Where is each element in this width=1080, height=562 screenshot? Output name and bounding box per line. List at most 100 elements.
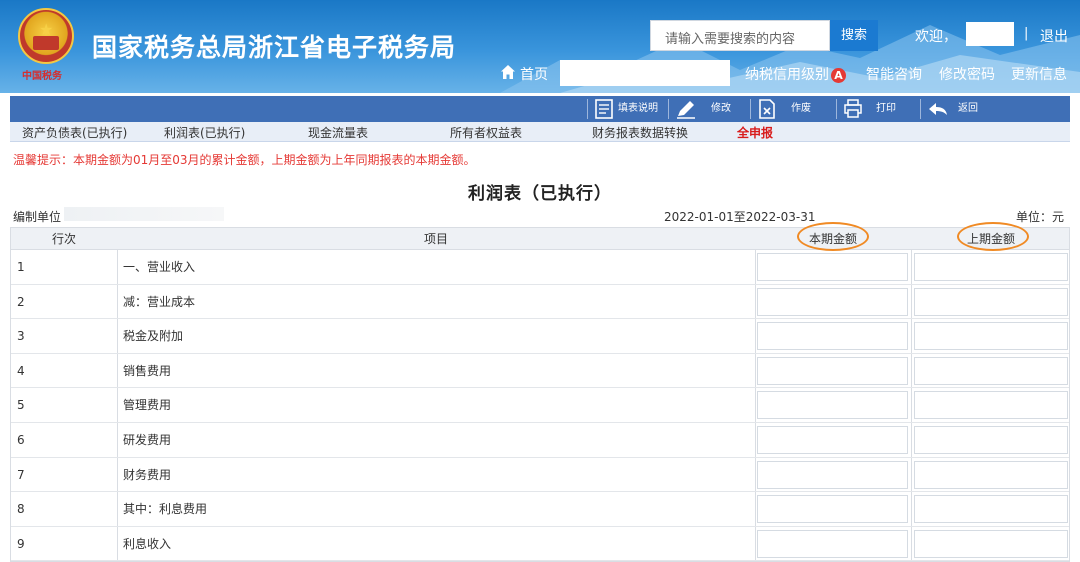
previous-amount-input[interactable] (914, 356, 1068, 385)
toolbar-divider (587, 99, 588, 119)
previous-amount-highlight (957, 222, 1029, 251)
tab-full-declaration[interactable]: 全申报 (737, 124, 773, 141)
table-row: 2 减：营业成本 (11, 285, 1069, 320)
tab-cash-flow[interactable]: 现金流量表 (308, 124, 368, 141)
table-row: 1 一、营业收入 (11, 250, 1069, 285)
credit-level-label: 纳税信用级别 (745, 67, 829, 83)
table-row: 3 税金及附加 (11, 319, 1069, 354)
table-row: 5 管理费用 (11, 388, 1069, 423)
form-toolbar: 填表说明 修改 作废 打印 返回 (10, 96, 1070, 122)
row-item-label: 利息收入 (123, 536, 172, 551)
table-body: 1 一、营业收入 2 减：营业成本 3 税金及附加 4 销售费用 5 管理费用 6 研发费用 7 财务费用… (11, 250, 1069, 562)
table-row: 9 利息收入 (11, 527, 1069, 562)
edit-button[interactable]: 修改 (711, 96, 731, 122)
row-number: 2 (17, 294, 25, 309)
warm-tip: 温馨提示：本期金额为01月至03月的累计金额，上期金额为上年同期报表的本期金额。 (13, 153, 476, 167)
compiler-label: 编制单位 (13, 210, 62, 224)
previous-amount-input[interactable] (914, 529, 1068, 558)
credit-level-link[interactable]: 纳税信用级别 A (745, 64, 846, 84)
previous-amount-input[interactable] (914, 425, 1068, 454)
current-amount-input[interactable] (757, 322, 908, 351)
void-document-icon[interactable] (757, 99, 777, 119)
tab-owners-equity[interactable]: 所有者权益表 (450, 124, 522, 141)
row-number: 1 (17, 260, 25, 274)
back-arrow-icon[interactable] (927, 99, 949, 119)
table-header: 行次 项目 本期金额 上期金额 (11, 228, 1069, 250)
row-number: 5 (17, 398, 25, 413)
update-info-link[interactable]: 更新信息 (1011, 64, 1067, 84)
site-header: ★ 中国税务 国家税务总局浙江省电子税务局 请输入需要搜索的内容 搜索 欢迎， … (0, 0, 1080, 93)
toolbar-divider (750, 99, 751, 119)
separator: | (1024, 26, 1029, 41)
row-number: 3 (17, 329, 25, 344)
table-row: 7 财务费用 (11, 458, 1069, 493)
report-period: 2022-01-01至2022-03-31 (664, 210, 816, 224)
current-amount-input[interactable] (757, 495, 908, 524)
fill-guide-button[interactable]: 填表说明 (618, 96, 658, 122)
current-amount-input[interactable] (757, 529, 908, 558)
site-title: 国家税务总局浙江省电子税务局 (92, 33, 457, 62)
row-item-label: 减：营业成本 (123, 294, 196, 309)
current-amount-input[interactable] (757, 356, 908, 385)
printer-icon[interactable] (843, 99, 863, 119)
row-item-label: 管理费用 (123, 398, 172, 413)
row-item-label: 一、营业收入 (123, 260, 196, 274)
header-row-no: 行次 (51, 232, 76, 246)
tax-emblem-icon: ★ (18, 8, 74, 64)
report-title: 利润表（已执行） (468, 184, 612, 204)
home-link[interactable]: 首页 (520, 64, 548, 84)
table-row: 4 销售费用 (11, 354, 1069, 389)
previous-amount-input[interactable] (914, 322, 1068, 351)
change-password-link[interactable]: 修改密码 (939, 64, 995, 84)
current-amount-input[interactable] (757, 391, 908, 420)
row-item-label: 财务费用 (123, 467, 172, 482)
previous-amount-input[interactable] (914, 460, 1068, 489)
home-icon[interactable] (500, 64, 516, 80)
row-number: 9 (17, 536, 25, 551)
compiler-name-mask (64, 207, 224, 221)
previous-amount-input[interactable] (914, 287, 1068, 316)
emblem-caption: 中国税务 (22, 71, 62, 82)
tab-income-statement[interactable]: 利润表(已执行) (164, 124, 245, 141)
credit-grade-badge: A (831, 68, 846, 83)
table-row: 8 其中：利息费用 (11, 492, 1069, 527)
logout-link[interactable]: 退出 (1040, 26, 1068, 46)
tab-balance-sheet[interactable]: 资产负债表(已执行) (22, 124, 127, 141)
toolbar-divider (668, 99, 669, 119)
previous-amount-input[interactable] (914, 391, 1068, 420)
row-number: 6 (17, 432, 25, 447)
tab-data-conversion[interactable]: 财务报表数据转换 (592, 124, 688, 141)
taxpayer-name-mask (560, 60, 730, 86)
pencil-icon[interactable] (675, 99, 697, 119)
welcome-text: 欢迎， (915, 29, 957, 45)
current-amount-input[interactable] (757, 425, 908, 454)
row-number: 8 (17, 502, 25, 517)
current-amount-input[interactable] (757, 287, 908, 316)
smart-consult-link[interactable]: 智能咨询 (866, 64, 922, 84)
fill-guide-icon[interactable] (594, 99, 614, 119)
username-mask (966, 22, 1014, 46)
current-amount-input[interactable] (757, 460, 908, 489)
income-statement-table: 行次 项目 本期金额 上期金额 1 一、营业收入 2 减：营业成本 3 税金及附加 4 销售费… (10, 227, 1070, 562)
print-button[interactable]: 打印 (876, 96, 896, 122)
previous-amount-input[interactable] (914, 253, 1068, 281)
back-button[interactable]: 返回 (958, 96, 978, 122)
header-item: 项目 (423, 232, 448, 246)
row-item-label: 研发费用 (123, 432, 172, 447)
current-amount-input[interactable] (757, 253, 908, 281)
row-number: 4 (17, 363, 25, 378)
currency-unit: 单位：元 (1016, 210, 1065, 224)
toolbar-divider (920, 99, 921, 119)
current-amount-highlight (797, 222, 869, 251)
previous-amount-input[interactable] (914, 495, 1068, 524)
row-item-label: 税金及附加 (123, 329, 184, 344)
toolbar-divider (836, 99, 837, 119)
row-number: 7 (17, 467, 25, 482)
search-button[interactable]: 搜索 (830, 20, 878, 51)
search-input[interactable]: 请输入需要搜索的内容 (650, 20, 830, 51)
void-button[interactable]: 作废 (791, 96, 811, 122)
row-item-label: 销售费用 (123, 363, 172, 378)
table-row: 6 研发费用 (11, 423, 1069, 458)
row-item-label: 其中：利息费用 (123, 502, 208, 517)
report-tabs: 资产负债表(已执行) 利润表(已执行) 现金流量表 所有者权益表 财务报表数据转… (10, 122, 1070, 142)
